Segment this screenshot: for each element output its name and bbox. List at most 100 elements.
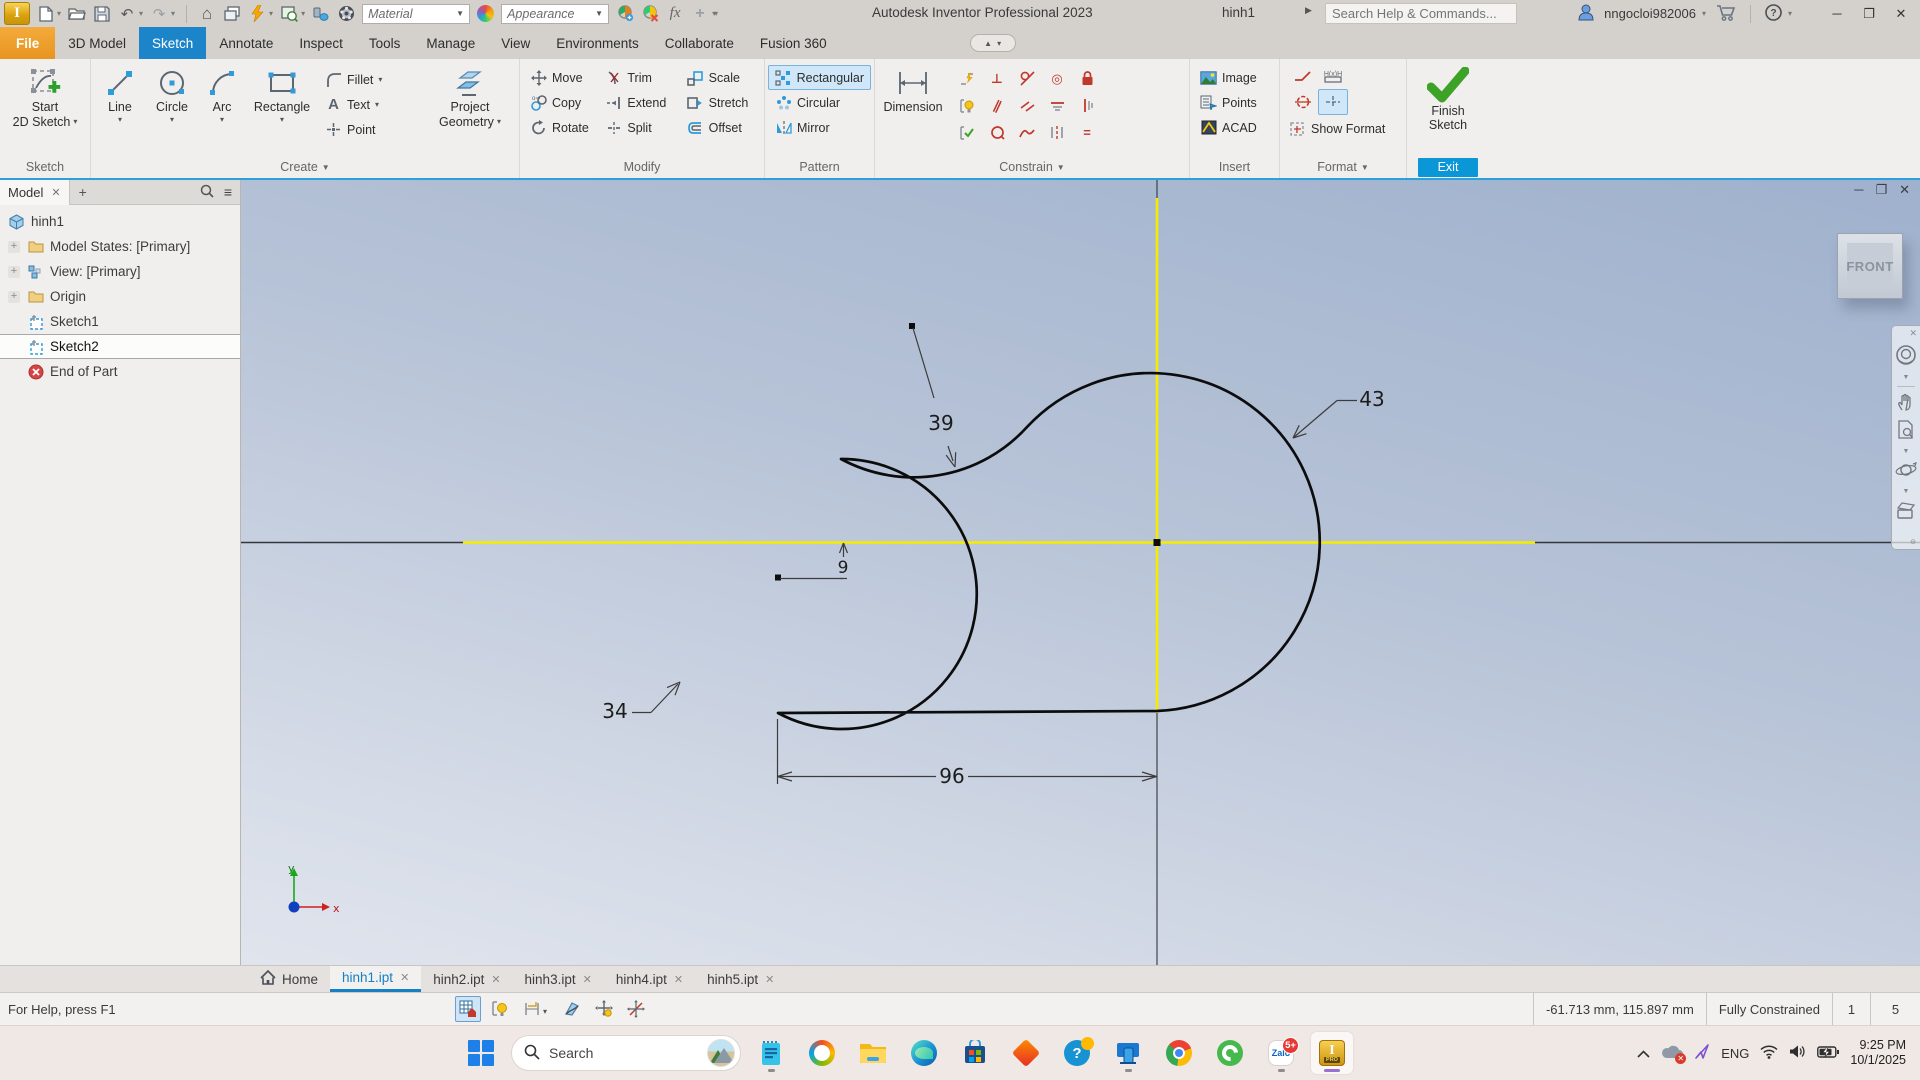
tab-environments[interactable]: Environments <box>543 27 652 59</box>
circular-pattern-button[interactable]: Circular <box>768 90 871 115</box>
rectangle-button[interactable]: Rectangle ▾ <box>246 63 318 124</box>
fillet-dropdown-icon[interactable]: ▾ <box>378 75 382 84</box>
battery-icon[interactable] <box>1817 1045 1840 1061</box>
undo-icon[interactable]: ↶ <box>118 5 136 23</box>
circle-button[interactable]: Circle ▾ <box>146 63 198 124</box>
tab-3d-model[interactable]: 3D Model <box>55 27 139 59</box>
tab-view[interactable]: View <box>488 27 543 59</box>
add-tool-icon[interactable]: + <box>691 5 709 23</box>
parallel-constraint-button[interactable]: ∥ <box>982 92 1012 119</box>
search-highlight-thumbnail[interactable] <box>707 1039 735 1067</box>
browser-menu-icon[interactable]: ≡ <box>224 184 232 200</box>
show-format-button[interactable]: Show Format <box>1288 116 1392 141</box>
ilogic-bolt-icon[interactable] <box>248 5 266 23</box>
taskbar-coccoc-button[interactable] <box>1209 1032 1251 1074</box>
points-button[interactable]: Points <box>1193 90 1276 115</box>
tray-chevron-icon[interactable] <box>1637 1046 1650 1061</box>
group-label-constrain[interactable]: Constrain ▼ <box>875 156 1189 178</box>
show-constraints-button[interactable] <box>952 92 982 119</box>
help-icon[interactable]: ? <box>1765 3 1782 24</box>
top-arc-center-point[interactable] <box>909 323 915 329</box>
swap-color-icon[interactable] <box>312 5 330 23</box>
parameters-fx-icon[interactable]: fx <box>666 5 684 23</box>
taskbar-quickshare-button[interactable] <box>1005 1032 1047 1074</box>
expand-icon[interactable]: + <box>8 265 20 278</box>
taskbar-file-explorer-button[interactable] <box>852 1032 894 1074</box>
dimension-34[interactable] <box>632 681 681 714</box>
tree-item-model-states[interactable]: + Model States: [Primary] <box>0 234 240 259</box>
fix-constraint-button[interactable] <box>982 119 1012 146</box>
taskbar-inventor-button[interactable]: I PRO <box>1311 1032 1353 1074</box>
rectangular-pattern-button[interactable]: Rectangular <box>768 65 871 90</box>
look-at-tool-icon[interactable] <box>1895 500 1917 523</box>
inventor-app-icon[interactable]: I <box>4 2 30 25</box>
doc-tab-close-icon[interactable]: ✕ <box>674 973 683 986</box>
tab-annotate[interactable]: Annotate <box>206 27 286 59</box>
taskbar-clock[interactable]: 9:25 PM 10/1/2025 <box>1850 1038 1906 1068</box>
move-button[interactable]: Move <box>523 65 598 90</box>
fillet-button[interactable]: Fillet ▾ <box>318 67 430 92</box>
show-all-dimensions-button[interactable]: ▾ <box>519 996 553 1022</box>
horizontal-constraint-button[interactable] <box>1042 92 1072 119</box>
copy-button[interactable]: o⇒ Copy <box>523 90 598 115</box>
taskbar-notepad-button[interactable] <box>750 1032 792 1074</box>
doc-tab-hinh2[interactable]: hinh2.ipt ✕ <box>421 966 512 992</box>
app-store-cart-icon[interactable] <box>1716 4 1736 24</box>
collinear-constraint-button[interactable] <box>1012 92 1042 119</box>
view-cube[interactable]: FRONT <box>1837 233 1903 299</box>
group-label-create[interactable]: Create ▼ <box>91 156 519 178</box>
dynamic-constraint-button[interactable] <box>623 996 649 1022</box>
show-all-constraints-button[interactable] <box>487 996 513 1022</box>
symmetry-line-button[interactable] <box>1288 89 1318 115</box>
constraint-settings-button[interactable] <box>952 119 982 146</box>
expand-icon[interactable]: + <box>8 290 20 303</box>
stretch-button[interactable]: Stretch <box>680 90 761 115</box>
equal-constraint-button[interactable]: = <box>1072 119 1102 146</box>
close-button[interactable]: ✕ <box>1890 6 1912 22</box>
start-button[interactable] <box>460 1032 502 1074</box>
doc-restore-icon[interactable]: ❐ <box>1875 182 1887 198</box>
text-dropdown-icon[interactable]: ▾ <box>375 100 379 109</box>
vertical-constraint-button[interactable] <box>1072 92 1102 119</box>
graphics-canvas[interactable]: 39 43 9 34 96 y x ─ ❐ ✕ FRONT ✕ ▼ ▼ ▼ ⊖ <box>241 180 1920 965</box>
wifi-icon[interactable] <box>1760 1045 1778 1062</box>
ribbon-collapse-control[interactable]: ▲ ▾ <box>969 34 1016 52</box>
browser-search-icon[interactable] <box>200 184 214 201</box>
trim-button[interactable]: Trim <box>598 65 679 90</box>
left-arc-center-point[interactable] <box>775 574 781 581</box>
tab-file[interactable]: File <box>0 27 56 59</box>
symmetric-constraint-button[interactable] <box>1042 119 1072 146</box>
image-button[interactable]: Image <box>1193 65 1276 90</box>
qat-customize-icon[interactable]: ▾▾ <box>712 9 718 18</box>
group-label-format[interactable]: Format ▼ <box>1280 156 1406 178</box>
project-geometry-button[interactable]: Project Geometry ▾ <box>430 63 510 129</box>
taskbar-zalo-button[interactable]: Zalo 5+ <box>1260 1032 1302 1074</box>
doc-tab-close-icon[interactable]: ✕ <box>400 971 409 984</box>
dimension-9-text[interactable]: 9 <box>838 558 849 578</box>
help-search-input[interactable] <box>1325 3 1517 24</box>
dimension-39[interactable] <box>912 327 957 468</box>
doc-tab-close-icon[interactable]: ✕ <box>583 973 592 986</box>
rotate-button[interactable]: Rotate <box>523 115 598 140</box>
dimension-39-text[interactable]: 39 <box>928 411 953 435</box>
home-icon[interactable]: ⌂ <box>198 4 216 23</box>
tree-item-sketch2-selected[interactable]: Sketch2 <box>0 334 240 359</box>
taskbar-phonelink-button[interactable] <box>1107 1032 1149 1074</box>
tab-manage[interactable]: Manage <box>413 27 488 59</box>
browser-tab-model[interactable]: Model ✕ <box>0 179 70 205</box>
doc-tab-hinh3[interactable]: hinh3.ipt ✕ <box>513 966 604 992</box>
tree-item-origin[interactable]: + Origin <box>0 284 240 309</box>
tree-item-sketch1[interactable]: Sketch1 <box>0 309 240 334</box>
orbit-caret-icon[interactable]: ▼ <box>1903 488 1910 495</box>
redo-icon[interactable]: ↷ <box>150 5 168 23</box>
adjust-appearance-icon[interactable] <box>616 5 634 23</box>
onedrive-error-icon[interactable]: ✕ <box>1661 1044 1687 1064</box>
help-dropdown-icon[interactable]: ▾ <box>1788 9 1792 18</box>
tab-inspect[interactable]: Inspect <box>286 27 356 59</box>
pan-tool-icon[interactable] <box>1896 392 1916 415</box>
tab-collaborate[interactable]: Collaborate <box>652 27 747 59</box>
snap-grid-button[interactable] <box>455 996 481 1022</box>
dimension-43[interactable] <box>1292 399 1357 439</box>
expand-icon[interactable]: + <box>8 240 20 253</box>
taskbar-gethelp-button[interactable]: ? <box>1056 1032 1098 1074</box>
